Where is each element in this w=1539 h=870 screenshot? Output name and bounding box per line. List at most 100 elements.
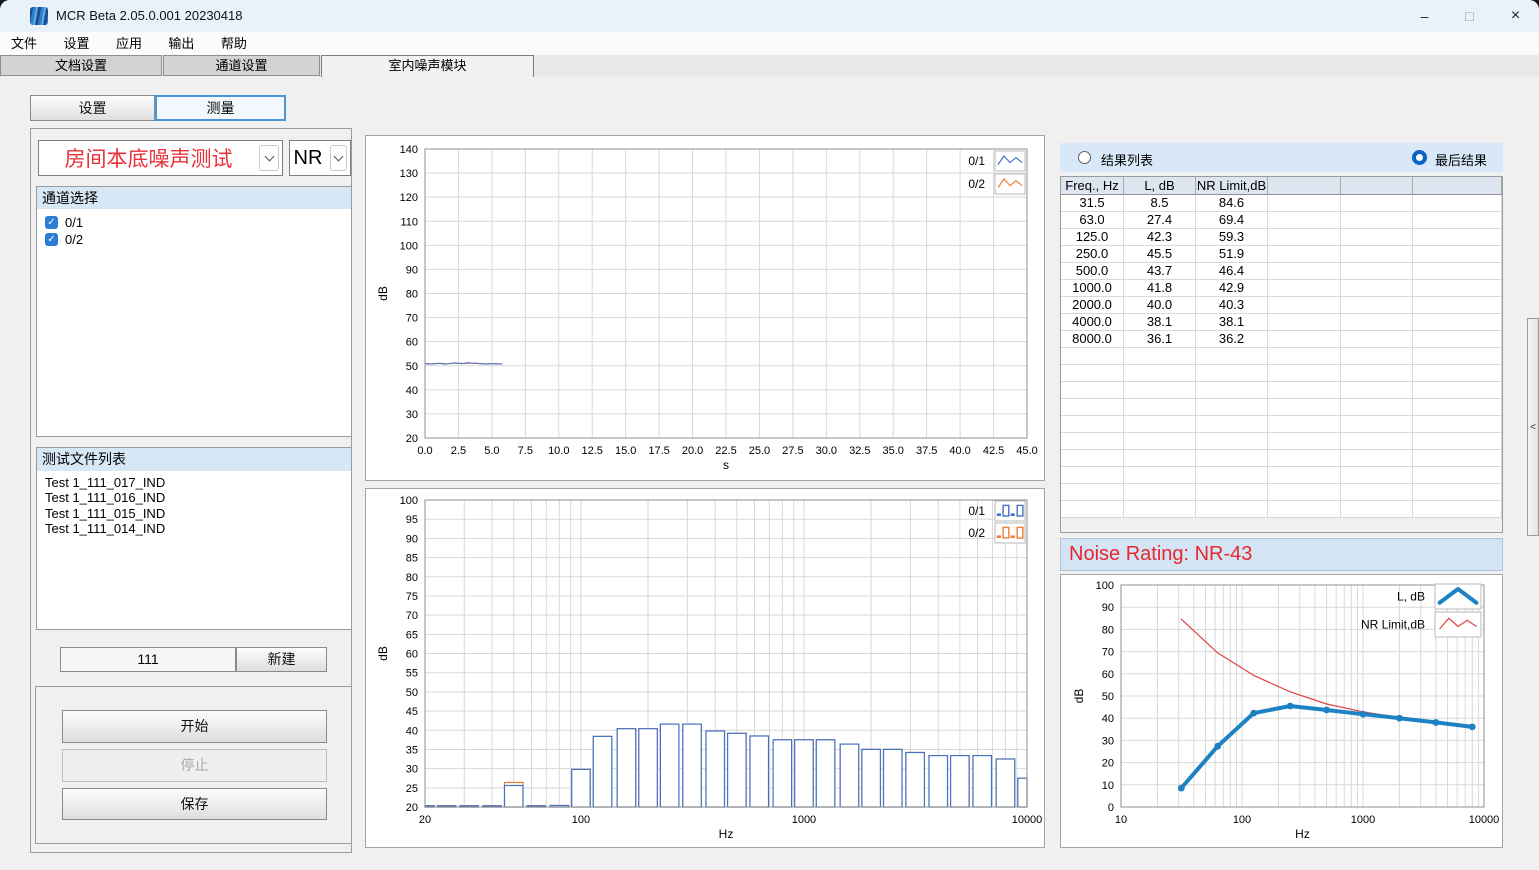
radio-result-list[interactable] xyxy=(1078,151,1091,164)
table-cell xyxy=(1124,484,1196,501)
file-list-item[interactable]: Test 1_111_016_IND xyxy=(37,490,351,505)
svg-text:17.5: 17.5 xyxy=(648,445,669,457)
checkbox-checked-icon[interactable]: ✓ xyxy=(45,216,58,229)
svg-text:Hz: Hz xyxy=(1295,827,1310,841)
radio-last-result[interactable] xyxy=(1412,150,1427,165)
radio-last-result-label[interactable]: 最后结果 xyxy=(1435,150,1487,169)
menu-item-help[interactable]: 帮助 xyxy=(210,32,258,55)
svg-text:40: 40 xyxy=(406,725,418,737)
menu-item-settings[interactable]: 设置 xyxy=(52,32,100,55)
subtab-measure[interactable]: 测量 xyxy=(155,95,286,121)
table-cell: 45.5 xyxy=(1124,246,1196,263)
table-row[interactable]: 125.042.359.3 xyxy=(1061,229,1502,246)
channel-row-0-1[interactable]: ✓ 0/1 xyxy=(37,214,351,231)
tab-channel-settings[interactable]: 通道设置 xyxy=(163,55,320,76)
svg-text:100: 100 xyxy=(400,495,418,507)
main-tab-strip: 文档设置 通道设置 室内噪声模块 xyxy=(0,55,1539,76)
svg-text:90: 90 xyxy=(406,533,418,545)
table-header-cell: NR Limit,dB xyxy=(1196,177,1268,195)
close-button[interactable]: × xyxy=(1492,0,1539,32)
table-cell: 125.0 xyxy=(1061,229,1124,246)
table-row[interactable]: 1000.041.842.9 xyxy=(1061,280,1502,297)
table-cell xyxy=(1413,212,1502,229)
svg-text:70: 70 xyxy=(1102,647,1114,659)
svg-text:15.0: 15.0 xyxy=(615,445,636,457)
table-cell xyxy=(1268,365,1341,382)
svg-text:140: 140 xyxy=(400,144,418,156)
channel-label: 0/1 xyxy=(65,215,83,230)
svg-text:27.5: 27.5 xyxy=(782,445,803,457)
table-cell xyxy=(1413,314,1502,331)
table-row[interactable]: 31.58.584.6 xyxy=(1061,195,1502,212)
nr-curve-select[interactable]: NR xyxy=(289,140,351,176)
table-cell xyxy=(1413,246,1502,263)
table-row[interactable]: 63.027.469.4 xyxy=(1061,212,1502,229)
tab-document-settings[interactable]: 文档设置 xyxy=(0,55,162,76)
stop-button[interactable]: 停止 xyxy=(62,749,327,782)
table-row[interactable]: 8000.036.136.2 xyxy=(1061,331,1502,348)
new-button[interactable]: 新建 xyxy=(236,647,327,672)
panel-collapse-handle[interactable]: < xyxy=(1527,318,1539,536)
svg-text:L, dB: L, dB xyxy=(1397,590,1425,604)
save-button[interactable]: 保存 xyxy=(62,788,327,820)
test-type-dropdown-button[interactable] xyxy=(259,145,279,171)
table-row xyxy=(1061,433,1502,450)
svg-text:60: 60 xyxy=(406,649,418,661)
time-history-chart: 20304050607080901001101201301400.02.55.0… xyxy=(366,136,1044,480)
svg-text:80: 80 xyxy=(406,289,418,301)
table-header-cell xyxy=(1413,177,1502,195)
table-row[interactable]: 250.045.551.9 xyxy=(1061,246,1502,263)
svg-text:30: 30 xyxy=(1102,735,1114,747)
table-cell xyxy=(1413,229,1502,246)
results-table: Freq., HzL, dBNR Limit,dB31.58.584.663.0… xyxy=(1060,176,1503,533)
file-list-item[interactable]: Test 1_111_017_IND xyxy=(37,475,351,490)
table-cell: 40.3 xyxy=(1196,297,1268,314)
checkbox-checked-icon[interactable]: ✓ xyxy=(45,233,58,246)
svg-text:25: 25 xyxy=(406,783,418,795)
svg-text:10000: 10000 xyxy=(1469,814,1500,826)
table-header-cell: L, dB xyxy=(1124,177,1196,195)
svg-text:60: 60 xyxy=(1102,669,1114,681)
file-list-item[interactable]: Test 1_111_014_IND xyxy=(37,521,351,536)
table-cell xyxy=(1196,467,1268,484)
svg-text:dB: dB xyxy=(1072,689,1086,704)
svg-text:70: 70 xyxy=(406,610,418,622)
file-list-item[interactable]: Test 1_111_015_IND xyxy=(37,506,351,521)
table-row[interactable]: 4000.038.138.1 xyxy=(1061,314,1502,331)
table-cell xyxy=(1341,501,1413,518)
test-type-select[interactable]: 房间本底噪声测试 xyxy=(38,140,283,176)
table-cell xyxy=(1124,501,1196,518)
menu-item-apply[interactable]: 应用 xyxy=(105,32,153,55)
table-cell xyxy=(1196,501,1268,518)
start-button[interactable]: 开始 xyxy=(62,710,327,743)
channel-row-0-2[interactable]: ✓ 0/2 xyxy=(37,231,351,248)
table-cell xyxy=(1413,365,1502,382)
table-row[interactable]: 2000.040.040.3 xyxy=(1061,297,1502,314)
table-cell xyxy=(1061,433,1124,450)
table-cell xyxy=(1061,399,1124,416)
table-cell xyxy=(1061,416,1124,433)
tab-indoor-noise-module[interactable]: 室内噪声模块 xyxy=(321,55,534,77)
subtab-settings[interactable]: 设置 xyxy=(30,95,155,121)
table-cell xyxy=(1268,195,1341,212)
table-cell xyxy=(1196,484,1268,501)
svg-text:22.5: 22.5 xyxy=(715,445,736,457)
svg-text:12.5: 12.5 xyxy=(582,445,603,457)
maximize-button[interactable]: □ xyxy=(1447,0,1492,32)
menu-item-output[interactable]: 输出 xyxy=(157,32,205,55)
table-cell: 500.0 xyxy=(1061,263,1124,280)
radio-result-list-label[interactable]: 结果列表 xyxy=(1101,150,1153,169)
table-cell xyxy=(1341,280,1413,297)
maximize-icon: □ xyxy=(1465,8,1473,24)
table-cell xyxy=(1268,467,1341,484)
nr-dropdown-button[interactable] xyxy=(330,145,347,171)
svg-text:100: 100 xyxy=(1096,580,1114,592)
file-name-input[interactable]: 111 xyxy=(60,647,236,672)
table-row[interactable]: 500.043.746.4 xyxy=(1061,263,1502,280)
menu-item-file[interactable]: 文件 xyxy=(0,32,48,55)
svg-text:0/2: 0/2 xyxy=(968,177,985,191)
table-cell: 8.5 xyxy=(1124,195,1196,212)
table-cell: 36.1 xyxy=(1124,331,1196,348)
minimize-button[interactable]: – xyxy=(1402,0,1447,32)
svg-text:50: 50 xyxy=(1102,691,1114,703)
